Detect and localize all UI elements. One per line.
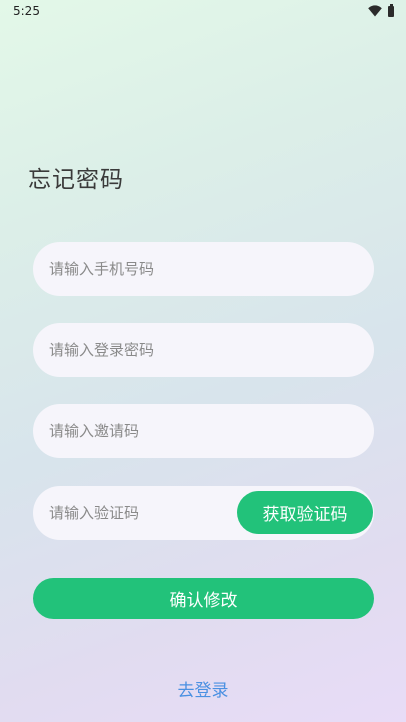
get-code-button[interactable]: 获取验证码 [237, 491, 373, 534]
password-field[interactable] [33, 323, 374, 377]
wifi-icon [368, 5, 382, 17]
verification-code-field[interactable]: 获取验证码 [33, 486, 374, 540]
page-title: 忘记密码 [28, 167, 124, 193]
password-input[interactable] [49, 323, 349, 377]
confirm-button[interactable]: 确认修改 [33, 578, 374, 619]
invite-code-field[interactable] [33, 404, 374, 458]
status-bar: 5:25 [0, 0, 406, 24]
phone-input[interactable] [49, 242, 349, 296]
status-icons [368, 3, 394, 17]
battery-icon [388, 3, 394, 17]
verification-code-input[interactable] [49, 486, 229, 540]
phone-field[interactable] [33, 242, 374, 296]
go-login-link[interactable]: 去登录 [0, 676, 406, 701]
invite-code-input[interactable] [49, 404, 349, 458]
status-time: 5:25 [13, 4, 40, 18]
